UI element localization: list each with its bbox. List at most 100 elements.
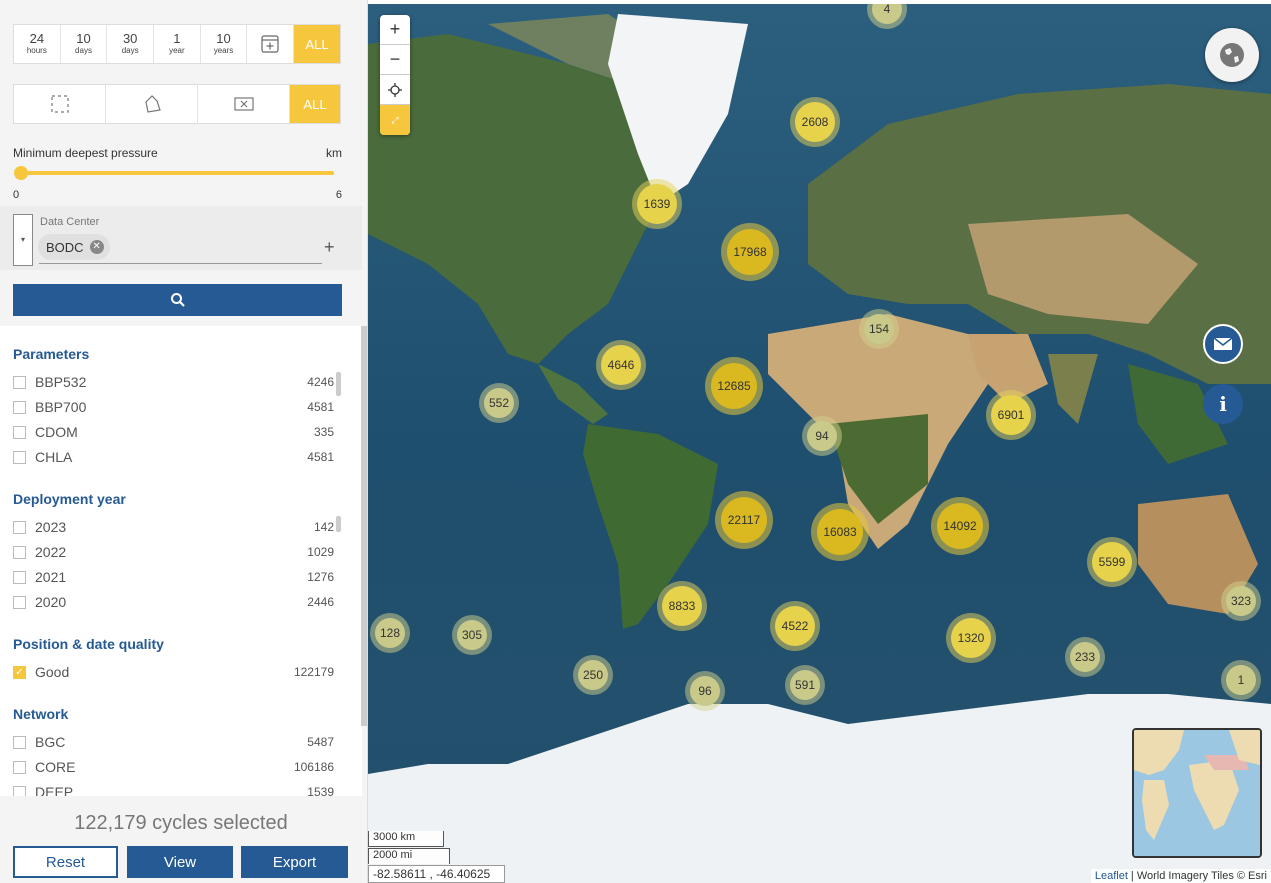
- map-view[interactable]: + − ⤢ i 4 2608 1639 17968 154 4646 12685…: [368, 4, 1271, 883]
- facet-title-quality: Position & date quality: [13, 636, 164, 652]
- checkbox[interactable]: [13, 760, 26, 774]
- cluster-marker[interactable]: 16083: [817, 509, 863, 555]
- export-button[interactable]: Export: [241, 846, 348, 878]
- data-center-chip: BODC ✕: [38, 234, 110, 260]
- sidebar-scrollbar[interactable]: [361, 326, 367, 726]
- pressure-max: 6: [335, 189, 342, 201]
- checkbox[interactable]: [13, 375, 26, 389]
- checkbox[interactable]: [13, 425, 26, 439]
- checkbox[interactable]: [13, 785, 26, 796]
- facet-item[interactable]: 2020 2446: [13, 591, 338, 613]
- cycles-selected-count: 122,179 cycles selected: [74, 812, 288, 834]
- facet-item[interactable]: 2023 142: [13, 516, 338, 538]
- scale-mi: 2000 mi: [368, 848, 450, 864]
- deployment-year-scrollbar[interactable]: [336, 516, 341, 532]
- cluster-marker[interactable]: 154: [864, 314, 894, 344]
- time-option-10-days[interactable]: 10 days: [61, 25, 108, 63]
- cluster-marker[interactable]: 1639: [637, 184, 677, 224]
- checkbox[interactable]: [13, 735, 26, 749]
- cluster-marker[interactable]: 233: [1070, 642, 1100, 672]
- cluster-marker[interactable]: 8833: [662, 586, 702, 626]
- custom-date-range-button[interactable]: [247, 25, 295, 63]
- leaflet-link[interactable]: Leaflet: [1095, 870, 1128, 882]
- facet-item[interactable]: CORE 106186: [13, 756, 338, 778]
- map-region-icon: [233, 97, 254, 111]
- view-button[interactable]: View: [127, 846, 233, 878]
- time-option-1-year[interactable]: 1 year: [154, 25, 201, 63]
- contact-button[interactable]: [1203, 324, 1243, 364]
- basemap-switch-button[interactable]: [1205, 28, 1259, 82]
- cluster-marker[interactable]: 2608: [795, 102, 835, 142]
- add-data-center-icon[interactable]: +: [324, 237, 335, 258]
- pressure-slider-track[interactable]: [15, 171, 334, 175]
- chip-remove-icon[interactable]: ✕: [89, 240, 104, 254]
- checkbox-checked[interactable]: ✓: [13, 665, 26, 679]
- area-option-all[interactable]: ALL: [290, 85, 340, 123]
- cluster-marker[interactable]: 17968: [727, 229, 773, 275]
- facet-item[interactable]: CHLA 4581: [13, 446, 338, 468]
- calendar-plus-icon: [261, 35, 279, 53]
- facet-item[interactable]: BBP700 4581: [13, 396, 338, 418]
- pressure-unit: km: [326, 146, 342, 160]
- cluster-marker[interactable]: 4522: [775, 606, 815, 646]
- rectangle-select-button[interactable]: [14, 85, 106, 123]
- facet-item[interactable]: 2022 1029: [13, 541, 338, 563]
- cluster-marker[interactable]: 1: [1226, 665, 1256, 695]
- time-range-selector: 24 hours 10 days 30 days 1 year 10 years…: [13, 24, 341, 64]
- cluster-marker[interactable]: 5599: [1092, 542, 1132, 582]
- facet-item[interactable]: DEEP 1539: [13, 781, 338, 796]
- checkbox[interactable]: [13, 595, 26, 609]
- checkbox[interactable]: [13, 520, 26, 534]
- cluster-marker[interactable]: 1320: [951, 618, 991, 658]
- checkbox[interactable]: [13, 400, 26, 414]
- facet-item[interactable]: 2021 1276: [13, 566, 338, 588]
- cluster-marker[interactable]: 250: [578, 660, 608, 690]
- data-center-dropdown-toggle[interactable]: ▾: [13, 214, 33, 266]
- zoom-in-button[interactable]: +: [380, 15, 410, 45]
- parameters-scrollbar[interactable]: [336, 372, 341, 396]
- facet-item[interactable]: BGC 5487: [13, 731, 338, 753]
- cluster-marker[interactable]: 14092: [937, 503, 983, 549]
- time-option-all[interactable]: ALL: [294, 25, 341, 63]
- facet-item[interactable]: ✓ Good 122179: [13, 661, 338, 683]
- polygon-select-button[interactable]: [106, 85, 198, 123]
- sidebar: 24 hours 10 days 30 days 1 year 10 years…: [0, 0, 368, 883]
- fit-bounds-button[interactable]: ⤢: [380, 105, 410, 135]
- minimap-image: [1134, 730, 1260, 856]
- zoom-out-button[interactable]: −: [380, 45, 410, 75]
- pressure-slider-handle[interactable]: [14, 166, 28, 180]
- zoom-control: + − ⤢: [380, 15, 410, 135]
- cluster-marker[interactable]: 22117: [721, 497, 767, 543]
- scale-km: 3000 km: [368, 831, 444, 847]
- cluster-marker[interactable]: 128: [375, 618, 405, 648]
- time-option-10-years[interactable]: 10 years: [201, 25, 248, 63]
- cluster-marker[interactable]: 305: [457, 620, 487, 650]
- cluster-marker[interactable]: 323: [1226, 586, 1256, 616]
- cluster-marker[interactable]: 591: [790, 670, 820, 700]
- time-option-24-hours[interactable]: 24 hours: [14, 25, 61, 63]
- fit-bounds-icon: ⤢: [391, 114, 399, 125]
- locate-button[interactable]: [380, 75, 410, 105]
- facet-title-network: Network: [13, 706, 69, 722]
- cluster-marker[interactable]: 6901: [991, 395, 1031, 435]
- checkbox[interactable]: [13, 545, 26, 559]
- facet-title-parameters: Parameters: [13, 346, 90, 362]
- info-button[interactable]: i: [1203, 384, 1243, 424]
- overview-minimap[interactable]: [1132, 728, 1262, 858]
- cluster-marker[interactable]: 4646: [601, 345, 641, 385]
- facet-item[interactable]: BBP532 4246: [13, 371, 338, 393]
- cluster-marker[interactable]: 12685: [711, 363, 757, 409]
- cluster-marker[interactable]: 552: [484, 388, 514, 418]
- cluster-marker[interactable]: 94: [807, 421, 837, 451]
- pressure-slider-label: Minimum deepest pressure: [13, 146, 158, 160]
- checkbox[interactable]: [13, 570, 26, 584]
- region-select-button[interactable]: [198, 85, 290, 123]
- reset-button[interactable]: Reset: [13, 846, 118, 878]
- search-button[interactable]: [13, 284, 342, 316]
- info-icon: i: [1219, 392, 1227, 416]
- facet-item[interactable]: CDOM 335: [13, 421, 338, 443]
- time-option-30-days[interactable]: 30 days: [107, 25, 155, 63]
- cluster-marker[interactable]: 96: [690, 676, 720, 706]
- checkbox[interactable]: [13, 450, 26, 464]
- pressure-min: 0: [13, 189, 20, 201]
